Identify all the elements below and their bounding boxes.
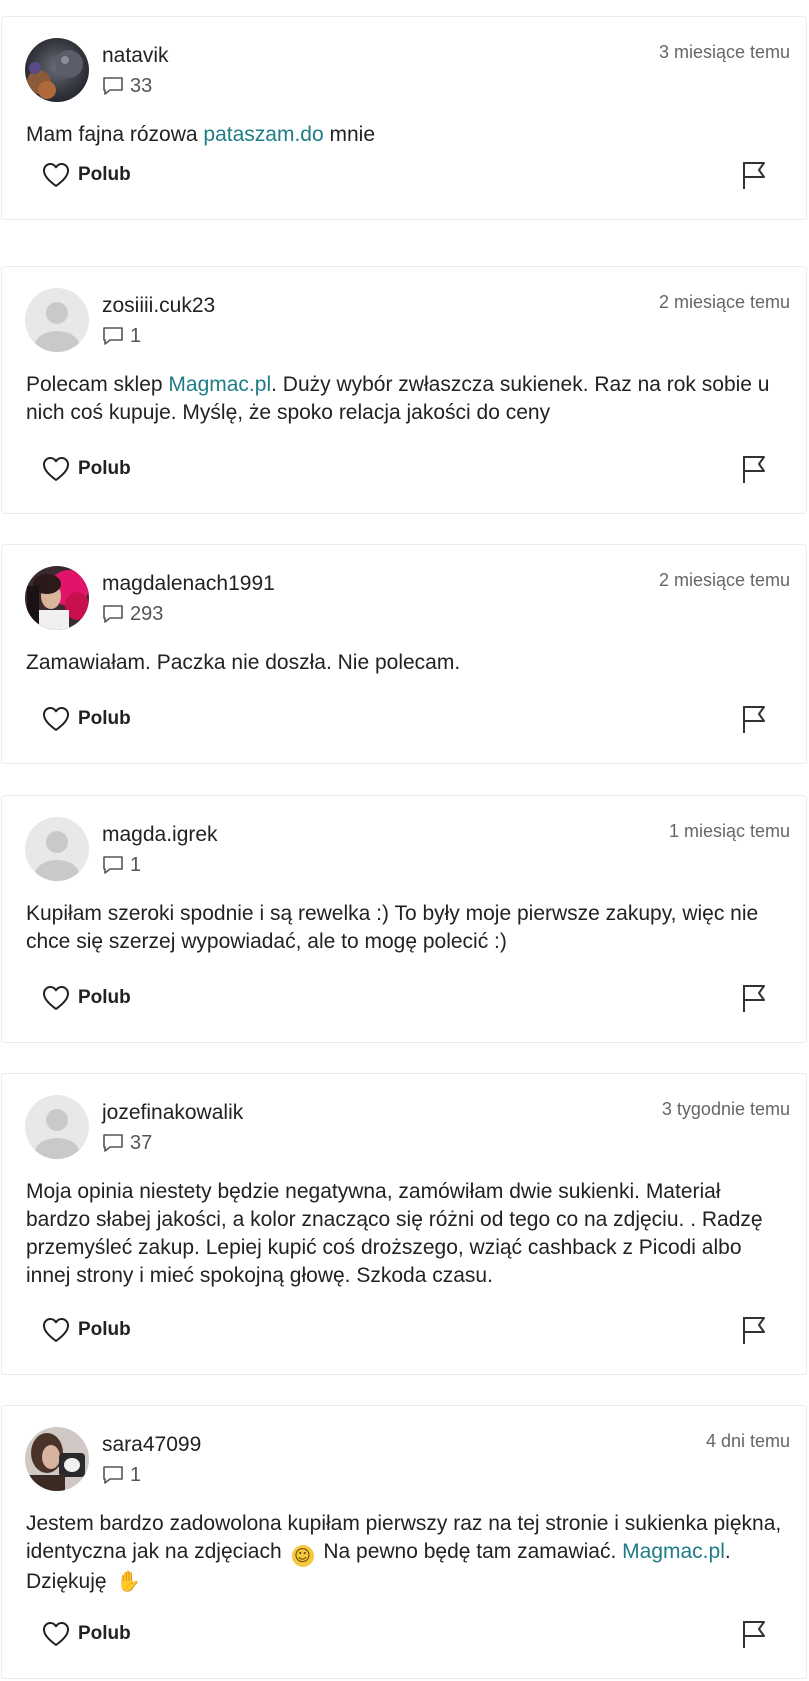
comment-count: 37 xyxy=(102,1131,152,1155)
shop-link[interactable]: Magmac.pl xyxy=(168,373,271,396)
user-silhouette-icon xyxy=(25,1095,89,1159)
username[interactable]: jozefinakowalik xyxy=(102,1100,243,1126)
username[interactable]: zosiiii.cuk23 xyxy=(102,293,215,319)
shop-link[interactable]: Magmac.pl xyxy=(622,1540,725,1563)
text: Polecam sklep xyxy=(26,373,169,396)
avatar[interactable] xyxy=(25,1427,89,1491)
timestamp: 1 miesiąc temu xyxy=(668,821,790,841)
avatar[interactable] xyxy=(25,38,89,102)
username[interactable]: magdalenach1991 xyxy=(102,571,275,597)
timestamp: 3 tygodnie temu xyxy=(661,1099,790,1119)
flag-icon xyxy=(740,703,768,735)
heart-icon xyxy=(42,1621,70,1647)
flag-icon xyxy=(740,1618,768,1650)
like-button[interactable]: Polub xyxy=(42,703,131,735)
text: mnie xyxy=(323,123,376,146)
comment-count-value: 33 xyxy=(130,74,153,97)
speech-bubble-icon xyxy=(102,604,124,624)
review-card: natavik 33 3 miesiące temu Mam fajna róz… xyxy=(1,16,807,220)
username[interactable]: sara47099 xyxy=(102,1432,201,1458)
review-card: zosiiii.cuk23 1 2 miesiące temu Polecam … xyxy=(1,266,807,514)
avatar[interactable] xyxy=(25,817,89,881)
report-button[interactable] xyxy=(740,453,768,485)
avatar[interactable] xyxy=(25,566,89,630)
review-card: magda.igrek 1 1 miesiąc temu Kupiłam sze… xyxy=(1,795,807,1043)
text: Mam fajna rózowa xyxy=(26,123,204,146)
comment-count: 293 xyxy=(102,602,163,626)
review-text: Zamawiałam. Paczka nie doszła. Nie polec… xyxy=(26,651,461,674)
speech-bubble-icon xyxy=(102,855,124,875)
review-text: Kupiłam szeroki spodnie i są rewelka :) … xyxy=(26,902,759,953)
username[interactable]: magda.igrek xyxy=(102,822,218,848)
user-silhouette-icon xyxy=(25,817,89,881)
like-label: Polub xyxy=(78,164,131,185)
flag-icon xyxy=(740,453,768,485)
review-card: jozefinakowalik 37 3 tygodnie temu Moja … xyxy=(1,1073,807,1375)
avatar[interactable] xyxy=(25,1095,89,1159)
review-text: Polecam sklep Magmac.pl. Duży wybór zwła… xyxy=(26,371,784,427)
like-button[interactable]: Polub xyxy=(42,159,131,191)
smile-emoji-icon: ☺ xyxy=(291,1545,314,1567)
heart-icon xyxy=(42,706,70,732)
like-button[interactable]: Polub xyxy=(42,982,131,1014)
speech-bubble-icon xyxy=(102,1465,124,1485)
like-button[interactable]: Polub xyxy=(42,1618,131,1650)
report-button[interactable] xyxy=(740,703,768,735)
comment-count: 1 xyxy=(102,324,141,348)
comment-count: 1 xyxy=(102,853,141,877)
review-card: sara47099 1 4 dni temu Jestem bardzo zad… xyxy=(1,1405,807,1679)
speech-bubble-icon xyxy=(102,326,124,346)
like-label: Polub xyxy=(78,1319,131,1340)
speech-bubble-icon xyxy=(102,76,124,96)
like-button[interactable]: Polub xyxy=(42,453,131,485)
comment-count-value: 293 xyxy=(130,602,164,625)
report-button[interactable] xyxy=(740,1314,768,1346)
report-button[interactable] xyxy=(740,159,768,191)
user-silhouette-icon xyxy=(25,288,89,352)
review-text: Mam fajna rózowa pataszam.do mnie xyxy=(26,121,784,149)
heart-icon xyxy=(42,456,70,482)
username[interactable]: natavik xyxy=(102,43,169,69)
like-label: Polub xyxy=(78,1623,131,1644)
heart-icon xyxy=(42,1317,70,1343)
like-label: Polub xyxy=(78,987,131,1008)
comment-count: 33 xyxy=(102,74,152,98)
comment-count: 1 xyxy=(102,1463,141,1487)
comment-count-value: 1 xyxy=(130,853,142,876)
like-label: Polub xyxy=(78,458,131,479)
shop-link[interactable]: pataszam.do xyxy=(203,123,323,146)
speech-bubble-icon xyxy=(102,1133,124,1153)
report-button[interactable] xyxy=(740,982,768,1014)
comment-count-value: 37 xyxy=(130,1131,153,1154)
flag-icon xyxy=(740,982,768,1014)
flag-icon xyxy=(740,1314,768,1346)
timestamp: 2 miesiące temu xyxy=(658,570,790,590)
text: Na pewno będę tam zamawiać. xyxy=(317,1540,623,1563)
thumbs-up-emoji-icon: ✋ xyxy=(116,1569,142,1593)
timestamp: 2 miesiące temu xyxy=(658,292,790,312)
timestamp: 4 dni temu xyxy=(705,1431,790,1451)
review-text: Moja opinia niestety będzie negatywna, z… xyxy=(26,1180,763,1287)
like-button[interactable]: Polub xyxy=(42,1314,131,1346)
timestamp: 3 miesiące temu xyxy=(658,42,790,62)
heart-icon xyxy=(42,985,70,1011)
flag-icon xyxy=(740,159,768,191)
avatar[interactable] xyxy=(25,288,89,352)
review-card: magdalenach1991 293 2 miesiące temu Zama… xyxy=(1,544,807,764)
heart-icon xyxy=(42,162,70,188)
report-button[interactable] xyxy=(740,1618,768,1650)
review-text: Jestem bardzo zadowolona kupiłam pierwsz… xyxy=(26,1510,784,1596)
like-label: Polub xyxy=(78,708,131,729)
comment-count-value: 1 xyxy=(130,1463,142,1486)
comment-count-value: 1 xyxy=(130,324,142,347)
